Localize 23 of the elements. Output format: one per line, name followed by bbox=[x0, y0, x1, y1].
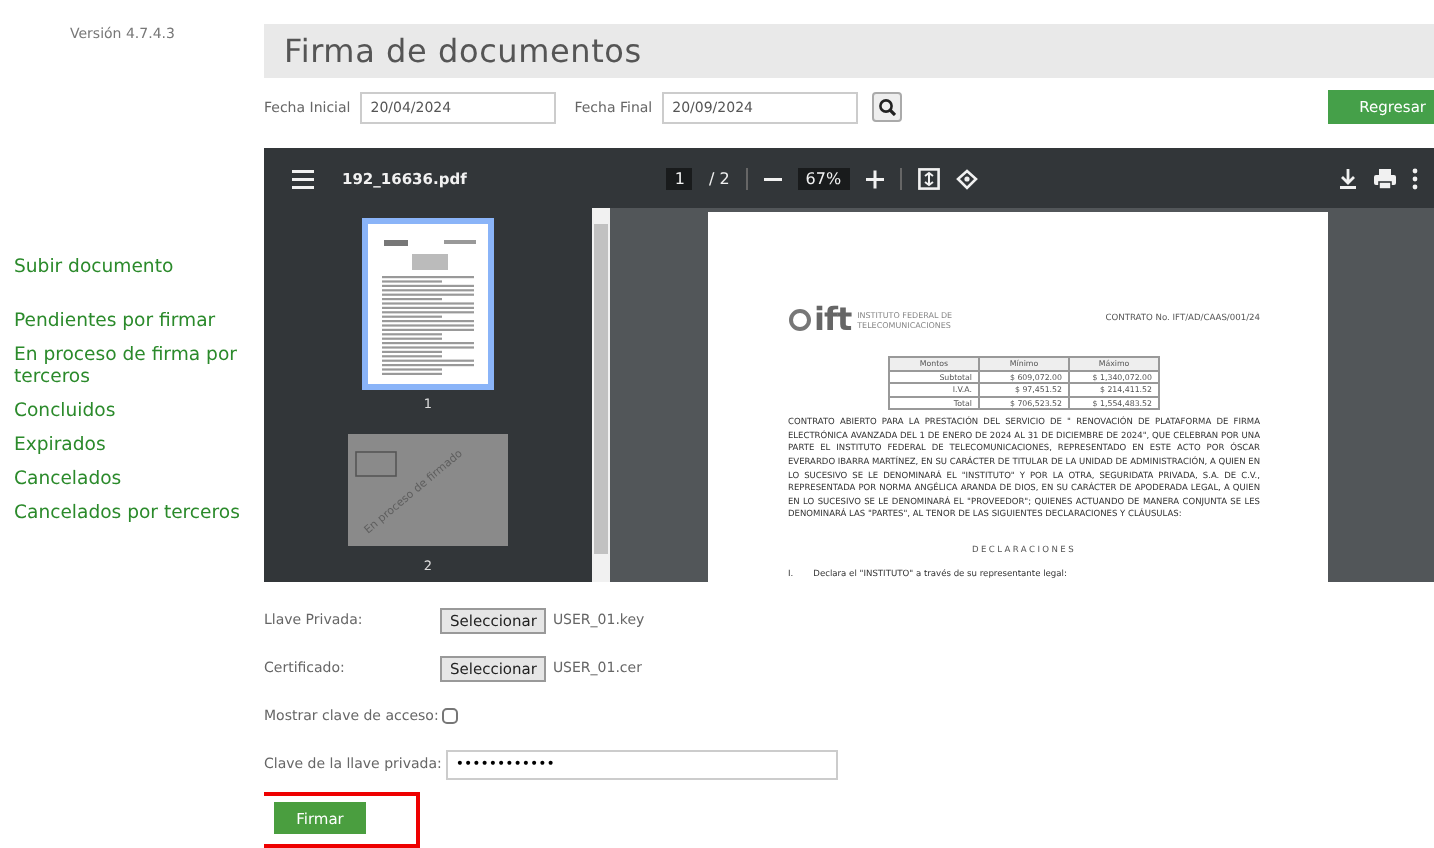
menu-icon[interactable] bbox=[292, 169, 314, 189]
search-button[interactable] bbox=[872, 92, 903, 123]
print-icon[interactable] bbox=[1374, 168, 1396, 190]
zoom-field[interactable]: 67% bbox=[797, 167, 850, 190]
fit-page-icon[interactable] bbox=[917, 167, 940, 190]
page-title: Firma de documentos bbox=[284, 31, 642, 70]
zoom-in-icon[interactable] bbox=[865, 169, 884, 188]
sidebar-link[interactable]: Cancelados por terceros bbox=[14, 502, 240, 524]
sidebar-link[interactable]: Cancelados bbox=[14, 468, 122, 490]
sidebar-link[interactable]: Subir documento bbox=[14, 256, 174, 278]
more-icon[interactable] bbox=[1412, 168, 1418, 189]
scrollbar[interactable] bbox=[592, 208, 610, 582]
sidebar-link[interactable]: En proceso de firma por terceros bbox=[14, 344, 258, 388]
sidebar-link[interactable]: Pendientes por firmar bbox=[14, 310, 216, 332]
page-number-field[interactable]: 1 bbox=[666, 167, 693, 190]
page-count: / 2 bbox=[708, 169, 730, 188]
institute-logo: ift bbox=[788, 300, 852, 339]
download-icon[interactable] bbox=[1340, 167, 1356, 189]
sidebar-link[interactable]: Expirados bbox=[14, 434, 106, 456]
search-icon bbox=[879, 99, 897, 117]
sidebar-link[interactable]: Concluidos bbox=[14, 400, 116, 422]
logo-ring-icon bbox=[789, 308, 811, 331]
checkbox[interactable] bbox=[442, 708, 459, 724]
